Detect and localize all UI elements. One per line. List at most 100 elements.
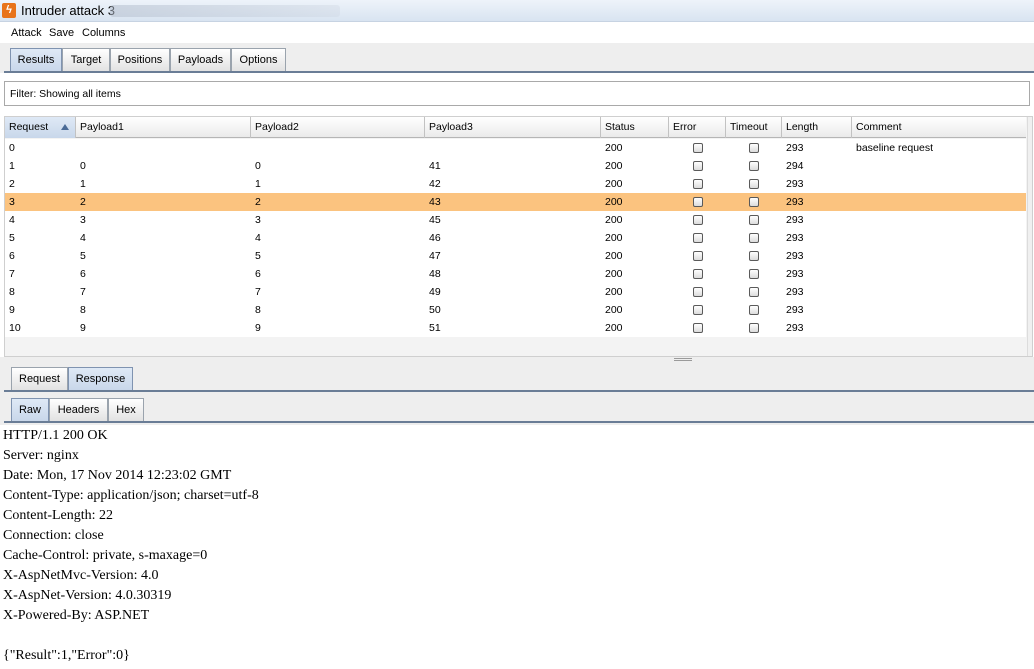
table-row[interactable]: 6 5 5 47 200 293 (5, 247, 1026, 265)
cell-payload1: 2 (80, 196, 86, 208)
timeout-checkbox[interactable] (749, 233, 759, 243)
error-checkbox[interactable] (693, 233, 703, 243)
message-tabs-bar: Request Response (0, 363, 1034, 394)
table-row[interactable]: 9 8 8 50 200 293 (5, 301, 1026, 319)
cell-payload2 (251, 139, 255, 157)
table-row[interactable]: 2 1 1 42 200 293 (5, 175, 1026, 193)
tab-positions[interactable]: Positions (110, 48, 170, 71)
window-title: Intruder attack 3 (21, 3, 115, 18)
error-checkbox[interactable] (693, 251, 703, 261)
error-checkbox[interactable] (693, 287, 703, 297)
column-header-payload2[interactable]: Payload2 (251, 117, 425, 138)
table-row[interactable]: 10 9 9 51 200 293 (5, 319, 1026, 337)
tab-payloads[interactable]: Payloads (170, 48, 231, 71)
cell-payload2: 9 (255, 322, 261, 334)
column-header-error[interactable]: Error (669, 117, 726, 138)
cell-payload3: 43 (429, 196, 441, 208)
cell-length: 293 (786, 322, 804, 334)
table-body: 0 200 293 baseline request 1 0 0 41 200 294 2 1 1 42 2… (5, 139, 1026, 337)
column-header-length[interactable]: Length (782, 117, 852, 138)
error-checkbox[interactable] (693, 179, 703, 189)
timeout-checkbox[interactable] (749, 197, 759, 207)
table-row[interactable]: 7 6 6 48 200 293 (5, 265, 1026, 283)
error-checkbox[interactable] (693, 197, 703, 207)
filter-bar[interactable]: Filter: Showing all items (4, 81, 1030, 106)
table-scrollbar[interactable] (1027, 117, 1032, 356)
tab-hex[interactable]: Hex (108, 398, 144, 421)
tab-raw[interactable]: Raw (11, 398, 49, 421)
cell-length: 293 (786, 196, 804, 208)
cell-comment (852, 301, 856, 319)
timeout-checkbox[interactable] (749, 179, 759, 189)
cell-status: 200 (605, 160, 623, 172)
column-header-timeout[interactable]: Timeout (726, 117, 782, 138)
cell-request: 2 (9, 178, 15, 190)
error-checkbox[interactable] (693, 143, 703, 153)
cell-payload2: 4 (255, 232, 261, 244)
timeout-checkbox[interactable] (749, 215, 759, 225)
table-row[interactable]: 8 7 7 49 200 293 (5, 283, 1026, 301)
response-line: Date: Mon, 17 Nov 2014 12:23:02 GMT (3, 468, 232, 483)
cell-length: 293 (786, 178, 804, 190)
tab-headers[interactable]: Headers (49, 398, 108, 421)
column-header-status[interactable]: Status (601, 117, 669, 138)
cell-comment (852, 175, 856, 193)
cell-comment (852, 265, 856, 283)
response-line: Cache-Control: private, s-maxage=0 (3, 548, 208, 563)
tab-response[interactable]: Response (68, 367, 133, 390)
cell-payload3: 47 (429, 250, 441, 262)
column-header-comment[interactable]: Comment (852, 117, 1026, 138)
cell-payload3: 50 (429, 304, 441, 316)
table-row[interactable]: 1 0 0 41 200 294 (5, 157, 1026, 175)
table-row[interactable]: 5 4 4 46 200 293 (5, 229, 1026, 247)
cell-status: 200 (605, 196, 623, 208)
menu-attack[interactable]: Attack (11, 27, 42, 39)
table-row[interactable]: 3 2 2 43 200 293 (5, 193, 1026, 211)
cell-payload2: 6 (255, 268, 261, 280)
results-table: Request Payload1 Payload2 Payload3 Statu… (4, 116, 1033, 357)
splitter-grip-icon[interactable] (674, 358, 692, 361)
timeout-checkbox[interactable] (749, 251, 759, 261)
cell-payload3: 51 (429, 322, 441, 334)
table-row[interactable]: 0 200 293 baseline request (5, 139, 1026, 157)
cell-comment (852, 193, 856, 211)
cell-comment (852, 211, 856, 229)
column-header-payload1[interactable]: Payload1 (76, 117, 251, 138)
response-line: {"Result":1,"Error":0} (3, 648, 130, 663)
error-checkbox[interactable] (693, 215, 703, 225)
error-checkbox[interactable] (693, 323, 703, 333)
table-row[interactable]: 4 3 3 45 200 293 (5, 211, 1026, 229)
menu-columns[interactable]: Columns (82, 27, 125, 39)
cell-payload2: 8 (255, 304, 261, 316)
cell-payload1: 1 (80, 178, 86, 190)
menu-save[interactable]: Save (49, 27, 74, 39)
timeout-checkbox[interactable] (749, 161, 759, 171)
cell-payload1: 9 (80, 322, 86, 334)
tab-request[interactable]: Request (11, 367, 68, 390)
error-checkbox[interactable] (693, 161, 703, 171)
cell-payload2: 5 (255, 250, 261, 262)
response-viewer[interactable]: HTTP/1.1 200 OK Server: nginx Date: Mon, 1… (0, 425, 1034, 669)
tabs-underline (4, 71, 1034, 73)
title-bar: ϟ Intruder attack 3 (0, 0, 1034, 22)
tab-options[interactable]: Options (231, 48, 286, 71)
burp-app-icon: ϟ (2, 3, 16, 18)
timeout-checkbox[interactable] (749, 143, 759, 153)
tab-target[interactable]: Target (62, 48, 110, 71)
response-line: X-AspNet-Version: 4.0.30319 (3, 588, 172, 603)
error-checkbox[interactable] (693, 269, 703, 279)
tab-results[interactable]: Results (10, 48, 62, 71)
error-checkbox[interactable] (693, 305, 703, 315)
cell-length: 293 (786, 250, 804, 262)
column-header-request[interactable]: Request (5, 117, 76, 138)
cell-payload2: 2 (255, 196, 261, 208)
timeout-checkbox[interactable] (749, 305, 759, 315)
column-header-payload3[interactable]: Payload3 (425, 117, 601, 138)
message-tabs-underline (4, 390, 1034, 392)
timeout-checkbox[interactable] (749, 323, 759, 333)
cell-request: 6 (9, 250, 15, 262)
cell-payload3: 49 (429, 286, 441, 298)
timeout-checkbox[interactable] (749, 269, 759, 279)
timeout-checkbox[interactable] (749, 287, 759, 297)
cell-payload1: 0 (80, 160, 86, 172)
